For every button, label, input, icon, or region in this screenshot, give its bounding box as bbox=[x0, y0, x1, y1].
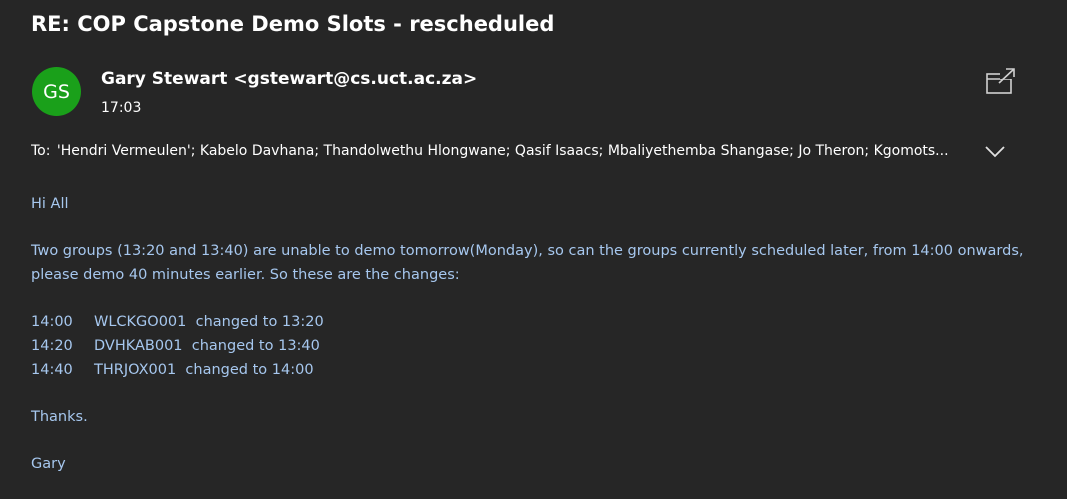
popout-icon[interactable] bbox=[985, 66, 1017, 96]
body-paragraph: Two groups (13:20 and 13:40) are unable … bbox=[31, 243, 1024, 283]
change-time: 14:20 bbox=[31, 338, 73, 354]
avatar-initials: GS bbox=[43, 80, 70, 103]
greeting: Hi All bbox=[31, 196, 69, 212]
change-time: 14:40 bbox=[31, 362, 73, 378]
signature: Gary bbox=[31, 456, 66, 472]
email-subject: RE: COP Capstone Demo Slots - reschedule… bbox=[31, 12, 555, 36]
email-body: Hi All Two groups (13:20 and 13:40) are … bbox=[31, 192, 1041, 499]
change-row: 14:00 WLCKGO001 changed to 13:20 bbox=[31, 310, 1041, 334]
to-recipients-line: To: 'Hendri Vermeulen'; Kabelo Davhana; … bbox=[31, 143, 961, 159]
email-time: 17:03 bbox=[101, 100, 142, 116]
change-row: 14:20 DVHKAB001 changed to 13:40 bbox=[31, 334, 1041, 358]
change-text: WLCKGO001 changed to 13:20 bbox=[94, 314, 324, 330]
to-label: To: bbox=[31, 143, 51, 159]
change-text: THRJOX001 changed to 14:00 bbox=[94, 362, 314, 378]
chevron-down-icon[interactable] bbox=[983, 140, 1007, 162]
change-text: DVHKAB001 changed to 13:40 bbox=[94, 338, 320, 354]
avatar: GS bbox=[32, 67, 81, 116]
changes-list: 14:00 WLCKGO001 changed to 13:20 14:20 DVH… bbox=[31, 310, 1041, 382]
change-time: 14:00 bbox=[31, 314, 73, 330]
to-recipients[interactable]: 'Hendri Vermeulen'; Kabelo Davhana; Than… bbox=[57, 143, 949, 159]
thanks: Thanks. bbox=[31, 409, 88, 425]
change-row: 14:40 THRJOX001 changed to 14:00 bbox=[31, 358, 1041, 382]
sender-name[interactable]: Gary Stewart <gstewart@cs.uct.ac.za> bbox=[101, 69, 477, 89]
